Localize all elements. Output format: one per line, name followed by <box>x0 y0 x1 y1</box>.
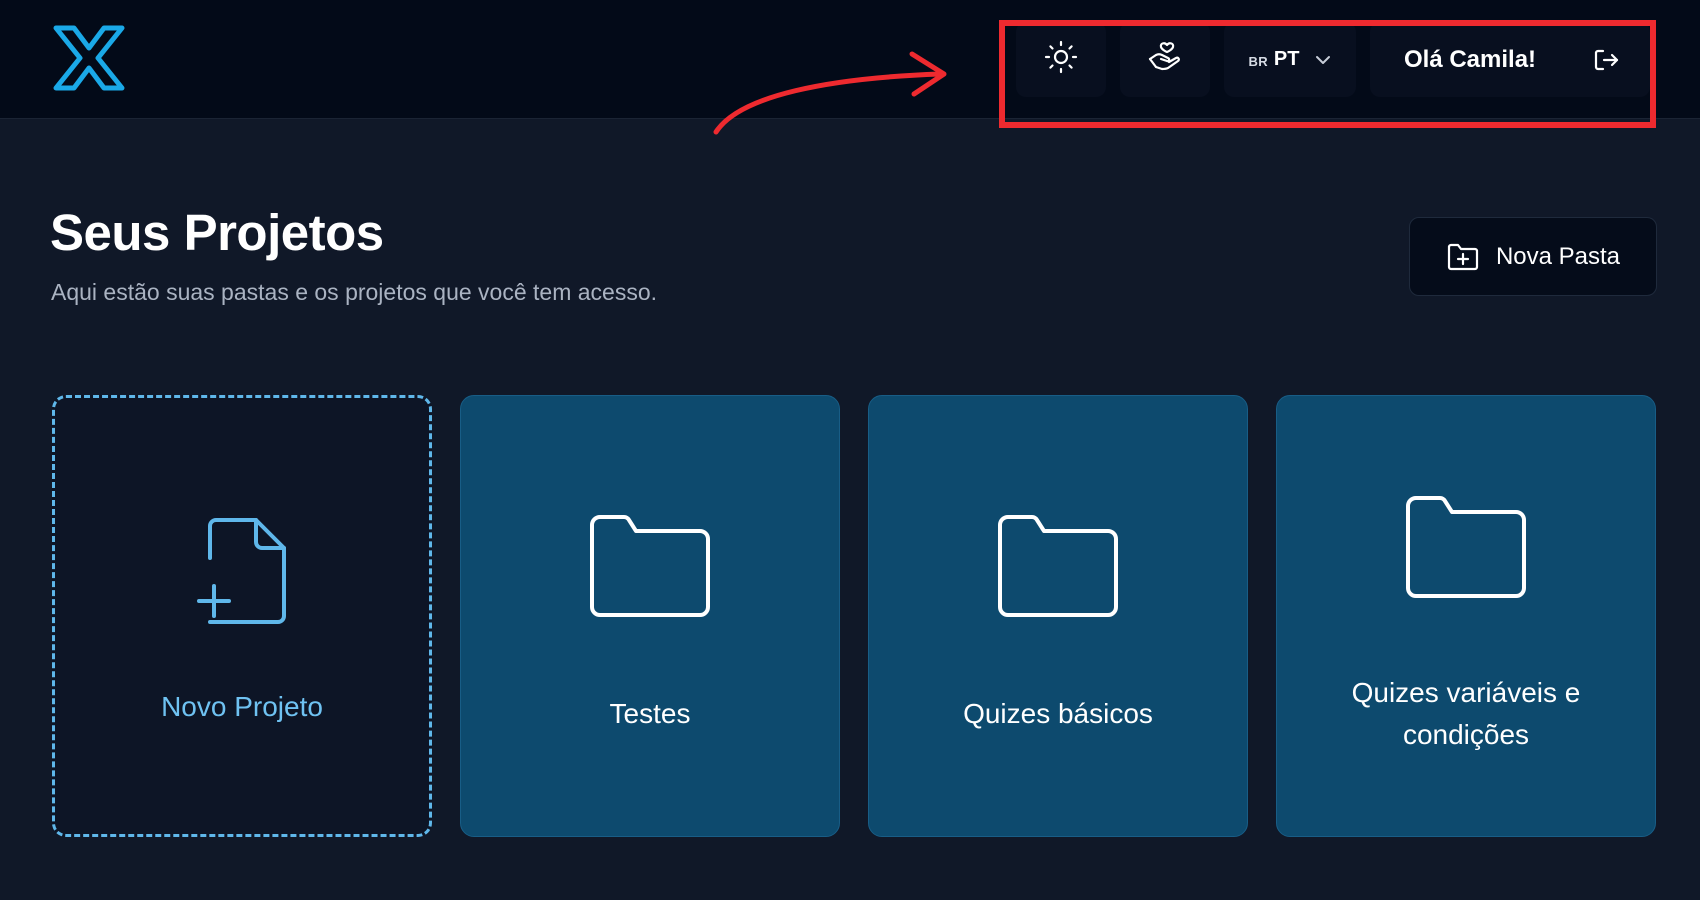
page-subtitle: Aqui estão suas pastas e os projetos que… <box>51 279 658 305</box>
app-root: BR PT Olá Camila! Seus Projetos Aqui est… <box>0 0 1700 900</box>
logout-icon[interactable] <box>1594 48 1620 77</box>
language-selector[interactable]: BR PT <box>1224 22 1356 97</box>
card-label: Testes <box>609 698 691 729</box>
user-greeting: Olá Camila! <box>1404 45 1537 73</box>
top-bar: BR PT Olá Camila! <box>0 0 1700 119</box>
hand-heart-icon <box>1146 39 1184 80</box>
file-plus-icon <box>194 516 290 631</box>
folder-card[interactable]: Testes <box>460 395 840 837</box>
card-label: Quizes básicos <box>963 698 1153 729</box>
folder-plus-icon <box>1446 242 1480 272</box>
x-logo-icon[interactable] <box>50 24 128 92</box>
accessibility-button[interactable] <box>1120 22 1210 97</box>
new-project-card[interactable]: Novo Projeto <box>52 395 432 837</box>
folder-icon <box>588 513 712 624</box>
language-code: PT <box>1273 48 1300 70</box>
theme-toggle-button[interactable] <box>1016 22 1106 97</box>
folder-card[interactable]: Quizes variáveis e condições <box>1276 395 1656 837</box>
folder-icon <box>1404 494 1528 605</box>
new-folder-label: Nova Pasta <box>1495 242 1621 270</box>
user-menu[interactable]: Olá Camila! <box>1370 22 1650 97</box>
new-folder-button[interactable]: Nova Pasta <box>1409 217 1657 296</box>
page-title: Seus Projetos <box>50 204 384 261</box>
card-label: Quizes variáveis e condições <box>1351 677 1581 750</box>
chevron-down-icon <box>1315 55 1331 65</box>
folder-icon <box>996 513 1120 624</box>
card-label: Novo Projeto <box>161 691 323 722</box>
sun-icon <box>1043 39 1079 80</box>
flag-br: BR <box>1248 53 1268 69</box>
folder-card[interactable]: Quizes básicos <box>868 395 1248 837</box>
